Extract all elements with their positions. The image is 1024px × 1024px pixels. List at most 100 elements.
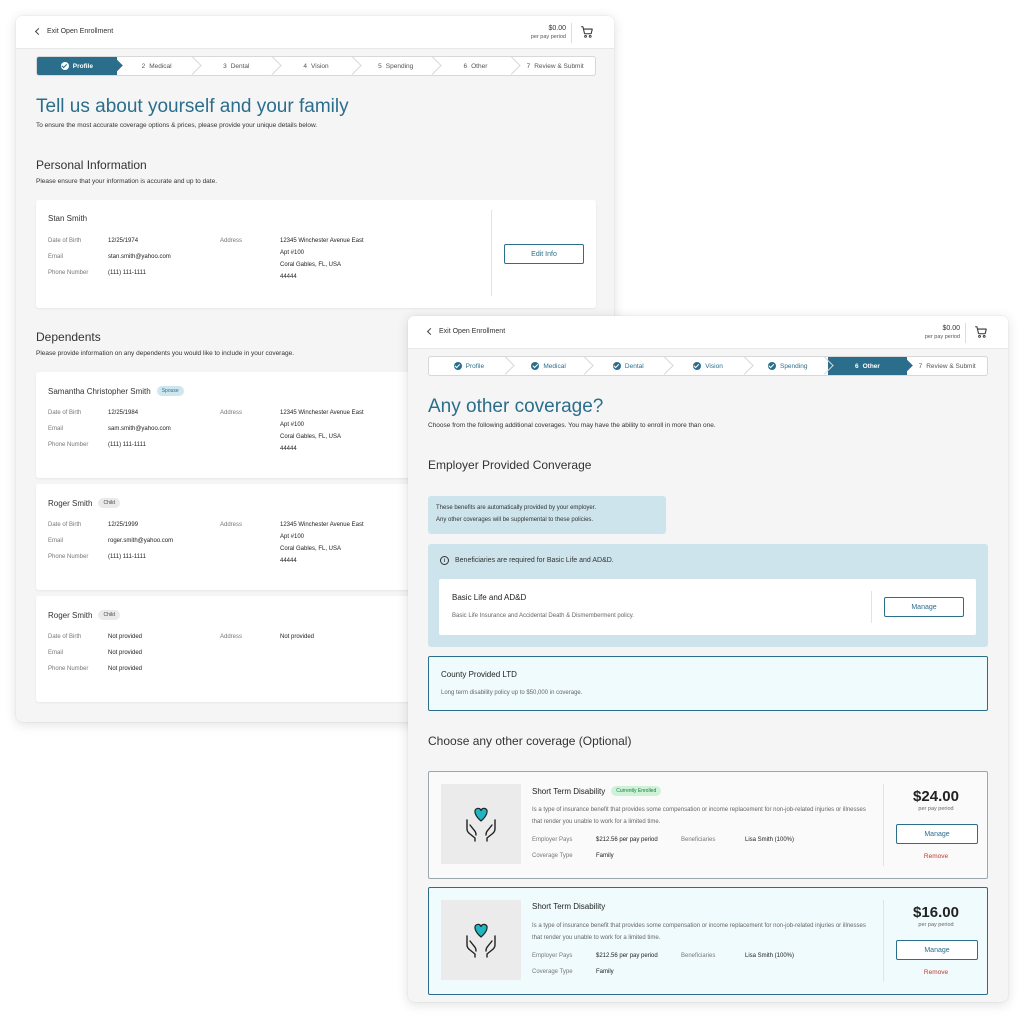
step-medical[interactable]: Medical [509,357,589,375]
member-name-text: Roger Smith [48,610,93,620]
beneficiaries-value: Lisa Smith (100%) [745,953,795,959]
member-name-text: Roger Smith [48,498,93,508]
step-spending[interactable]: Spending [748,357,828,375]
page-title: Tell us about yourself and your family [36,96,349,117]
employer-pays-value: $212.56 per pay period [596,953,658,959]
coverage-type-label: Coverage Type [532,969,573,975]
address-line-1: 12345 Winchester Avenue East [280,410,364,416]
step-label: Profile [72,62,93,70]
step-dental[interactable]: 3 Dental [196,57,276,75]
ltd-title: County Provided LTD [441,670,517,679]
coverage-description: Is a type of insurance benefit that prov… [532,923,866,941]
step-label: Medical [543,362,566,370]
step-vision[interactable]: Vision [668,357,748,375]
address-line-1: 12345 Winchester Avenue East [280,238,364,244]
phone-label: Phone Number [48,554,89,560]
phone-value: (111) 111-1111 [108,270,146,276]
coverage-title-text: Short Term Disability [532,786,606,796]
cart-icon[interactable] [974,325,988,339]
exit-open-enrollment-link[interactable]: Exit Open Enrollment [426,327,506,336]
manage-basic-life-button[interactable]: Manage [884,597,964,617]
exit-label: Exit Open Enrollment [47,28,114,35]
coverage-description: Is a type of insurance benefit that prov… [532,807,866,825]
step-label: Vision [705,362,723,370]
coverage-card-short-term-disability[interactable]: Short Term Disability Is a type of insur… [428,887,988,995]
step-label: Medical [149,62,172,70]
step-dental[interactable]: Dental [588,357,668,375]
cart-total: $0.00 per pay period [531,24,566,42]
coverage-image [441,900,521,980]
step-other[interactable]: 6 Other [436,57,516,75]
coverage-price: $16.00 [913,904,959,921]
dob-value: 12/25/1984 [108,410,139,416]
member-name: Samantha Christopher Smith Spouse [48,386,184,396]
step-other[interactable]: 6 Other [827,357,908,375]
member-name-text: Stan Smith [48,214,88,223]
coverage-title-text: Short Term Disability [532,902,606,911]
top-bar: Exit Open Enrollment $0.00 per pay perio… [408,316,1008,349]
address-label: Address [220,634,243,640]
basic-life-description: Basic Life Insurance and Accidental Deat… [452,613,634,619]
cart-period: per pay period [530,34,566,40]
dob-label: Date of Birth [48,522,82,528]
step-spending[interactable]: 5 Spending [356,57,436,75]
primary-member-card: Stan Smith Date of Birth 12/25/1974 Emai… [36,200,596,308]
hands-heart-icon [466,807,496,842]
manage-coverage-button[interactable]: Manage [896,940,978,960]
relationship-badge: Child [98,610,120,620]
step-review-submit[interactable]: 7 Review & Submit [515,57,595,75]
member-name: Roger Smith Child [48,610,120,620]
address-line-3: Coral Gables, FL, USA [280,262,342,268]
step-medical[interactable]: 2 Medical [117,57,197,75]
ltd-description: Long term disability policy up to $50,00… [441,690,583,696]
basic-life-card: Basic Life and AD&D Basic Life Insurance… [439,579,976,635]
address-line-1: Not provided [280,634,315,640]
cart-price: $0.00 [942,325,960,332]
beneficiaries-label: Beneficiaries [681,837,716,843]
employer-coverage-heading: Employer Provided Converage [428,458,592,472]
step-review-submit[interactable]: 7 Review & Submit [907,357,987,375]
step-label: Spending [385,62,414,70]
exit-open-enrollment-link[interactable]: Exit Open Enrollment [34,27,114,36]
manage-coverage-button[interactable]: Manage [896,824,978,844]
step-label: Review & Submit [534,62,584,70]
step-profile[interactable]: Profile [429,357,509,375]
step-label: Profile [465,362,485,370]
coverage-period: per pay period [918,806,954,812]
step-label: Other [471,62,488,70]
email-value: Not provided [108,650,143,656]
step-label: Spending [779,362,808,370]
chevron-left-icon [34,27,43,36]
address-label: Address [220,410,243,416]
check-icon [60,62,69,70]
step-number: 7 [526,62,531,70]
phone-value: (111) 111-1111 [108,554,146,560]
relationship-badge: Spouse [156,386,184,396]
coverage-type-value: Family [596,853,614,859]
address-line-1: 12345 Winchester Avenue East [280,522,364,528]
address-line-3: Coral Gables, FL, USA [280,434,342,440]
info-icon: i [440,556,449,565]
coverage-type-value: Family [596,969,614,975]
coverage-period: per pay period [918,922,954,928]
coverage-card-short-term-disability[interactable]: Short Term Disability Currently Enrolled… [428,771,988,879]
step-number: 5 [378,62,382,70]
check-icon [453,362,462,370]
step-vision[interactable]: 4 Vision [276,57,356,75]
address-line-3: Coral Gables, FL, USA [280,546,342,552]
divider [883,900,884,982]
remove-coverage-link[interactable]: Remove [891,853,981,860]
email-label: Email [48,650,64,656]
dependents-subtitle: Please provide information on any depend… [36,350,294,357]
exit-label: Exit Open Enrollment [439,328,506,335]
step-profile[interactable]: Profile [37,57,117,75]
cart-icon[interactable] [580,25,594,39]
dob-label: Date of Birth [48,238,82,244]
address-line-2: Apt #100 [280,422,305,428]
top-bar: Exit Open Enrollment $0.00 per pay perio… [16,16,614,49]
step-number: 3 [223,62,227,70]
enrolled-badge: Currently Enrolled [611,786,662,796]
edit-info-button[interactable]: Edit Info [504,244,584,264]
remove-coverage-link[interactable]: Remove [891,969,981,976]
coverage-image [441,784,521,864]
